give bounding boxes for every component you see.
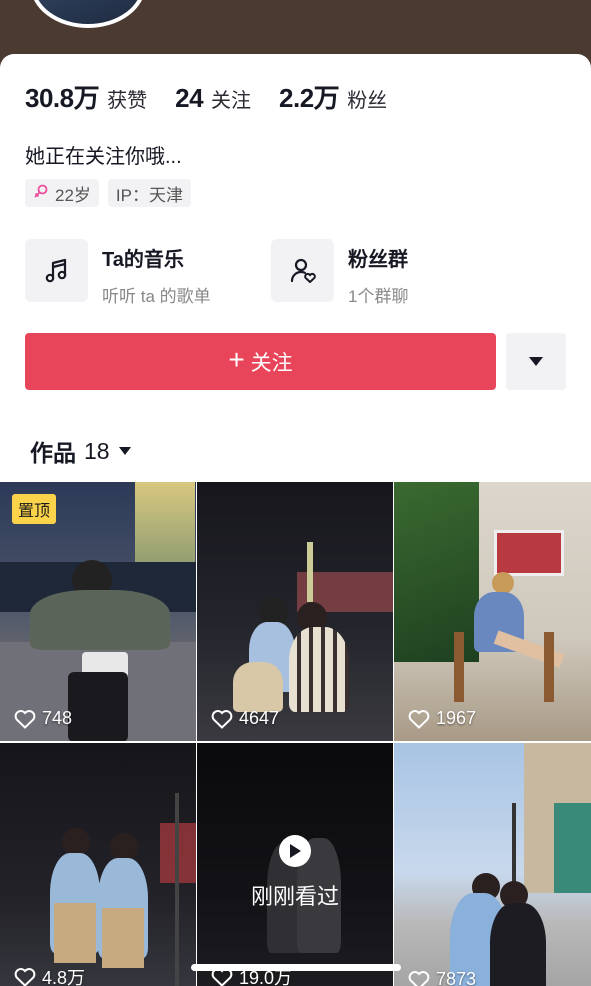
video-likes: 1967 xyxy=(408,708,476,729)
more-options-button[interactable] xyxy=(506,333,566,390)
stat-likes-value: 30.8万 xyxy=(25,83,100,113)
stat-followers-value: 2.2万 xyxy=(279,83,340,113)
fan-group-feature[interactable]: 粉丝群 1个群聊 xyxy=(271,239,408,307)
video-tile[interactable]: 刚刚看过 19.0万 xyxy=(197,743,393,986)
follow-button-label: 关注 xyxy=(250,351,293,375)
age-text: 22岁 xyxy=(55,185,91,205)
works-tab-label: 作品 xyxy=(30,440,76,466)
video-likes: 4.8万 xyxy=(14,964,85,986)
age-tag: 22岁 xyxy=(25,179,99,207)
fan-group-subtitle: 1个群聊 xyxy=(348,287,409,306)
video-likes: 7873 xyxy=(408,969,476,986)
heart-icon xyxy=(14,968,36,986)
play-icon xyxy=(279,834,311,867)
stat-followers[interactable]: 2.2万 粉丝 xyxy=(279,78,387,115)
video-tile[interactable]: 4647 xyxy=(197,482,393,741)
plus-icon: + xyxy=(228,344,245,375)
profile-card: 30.8万 获赞 24 关注 2.2万 粉丝 她正在关注你哦... 22岁 IP… xyxy=(0,54,591,986)
music-feature[interactable]: Ta的音乐 听听 ta 的歌单 xyxy=(25,239,211,307)
caret-down-icon xyxy=(118,447,131,455)
fan-group-icon xyxy=(271,239,334,302)
home-indicator[interactable] xyxy=(191,964,401,971)
video-tile[interactable]: 4.8万 xyxy=(0,743,196,986)
female-icon xyxy=(33,183,49,204)
heart-icon xyxy=(211,709,233,729)
tab-works[interactable]: 作品 18 xyxy=(30,434,132,468)
video-likes-count: 4.8万 xyxy=(42,968,86,986)
video-tile[interactable]: 7873 xyxy=(394,743,591,986)
fan-group-title: 粉丝群 xyxy=(348,249,408,271)
music-feature-title: Ta的音乐 xyxy=(102,249,184,271)
stat-likes-label: 获赞 xyxy=(107,90,148,112)
stat-following-value: 24 xyxy=(175,83,204,113)
recently-viewed-overlay: 刚刚看过 xyxy=(197,743,393,986)
heart-icon xyxy=(408,970,430,986)
stat-likes[interactable]: 30.8万 获赞 xyxy=(25,78,147,115)
ip-tag: IP：天津 xyxy=(107,179,191,207)
video-tile[interactable]: 1967 xyxy=(394,482,591,741)
caret-down-icon xyxy=(529,356,543,366)
pinned-badge: 置顶 xyxy=(12,494,57,524)
profile-bio: 她正在关注你哦... xyxy=(25,146,182,168)
recently-viewed-label: 刚刚看过 xyxy=(250,883,339,909)
profile-tags: 22岁 IP：天津 xyxy=(25,179,191,207)
music-note-icon xyxy=(25,239,88,302)
stat-followers-label: 粉丝 xyxy=(347,90,388,112)
video-likes-count: 4647 xyxy=(239,708,280,728)
video-likes-count: 7873 xyxy=(436,969,477,986)
video-likes-count: 748 xyxy=(42,708,73,728)
stat-following[interactable]: 24 关注 xyxy=(175,83,251,114)
music-feature-subtitle: 听听 ta 的歌单 xyxy=(102,287,211,306)
profile-stats: 30.8万 获赞 24 关注 2.2万 粉丝 xyxy=(25,78,387,115)
video-likes: 4647 xyxy=(211,708,279,729)
video-likes-count: 1967 xyxy=(436,708,477,728)
heart-icon xyxy=(14,709,36,729)
video-likes: 748 xyxy=(14,708,72,729)
video-tile[interactable]: 置顶 748 xyxy=(0,482,196,741)
avatar[interactable] xyxy=(30,0,146,28)
works-count: 18 xyxy=(84,437,110,464)
ip-text: IP：天津 xyxy=(115,185,183,205)
heart-icon xyxy=(408,709,430,729)
stat-following-label: 关注 xyxy=(211,90,252,112)
works-grid: 置顶 748 4647 1967 4.8万 刚刚看过 19.0万 7873 xyxy=(0,482,591,986)
follow-button[interactable]: + 关注 xyxy=(25,333,496,390)
